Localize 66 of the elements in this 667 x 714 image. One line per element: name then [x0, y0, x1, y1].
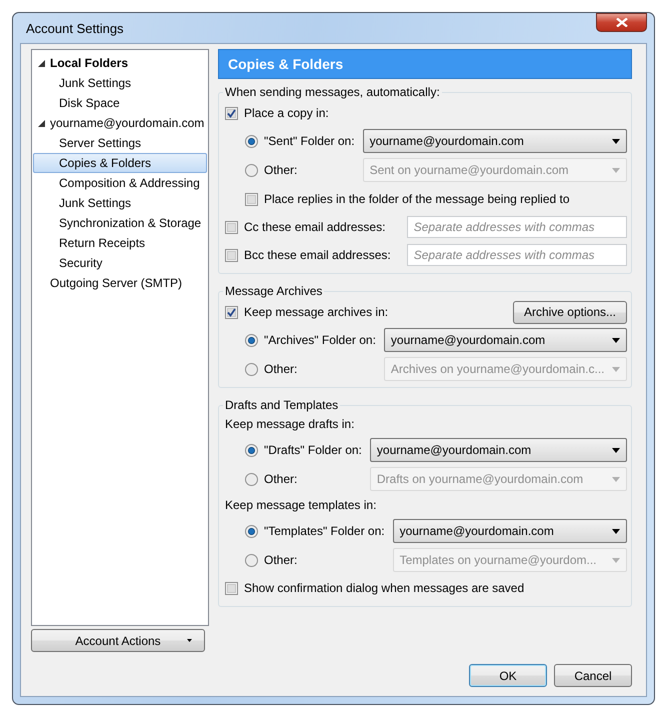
tree-item[interactable]: Server Settings — [33, 133, 207, 153]
ok-button[interactable]: OK — [469, 664, 547, 687]
caret-icon — [187, 639, 192, 642]
radio-button[interactable] — [245, 134, 258, 148]
tree-item[interactable]: Security — [33, 253, 207, 273]
tree-item[interactable]: Return Receipts — [33, 233, 207, 253]
dropdown-arrow-icon — [612, 476, 620, 482]
expand-triangle-icon[interactable] — [38, 60, 45, 66]
checkbox[interactable] — [225, 306, 238, 318]
radio-button[interactable] — [245, 334, 258, 346]
group-title: When sending messages, automatically: — [224, 85, 441, 99]
folder-dropdown[interactable]: yourname@yourdomain.com — [384, 328, 627, 352]
radio-label: Other: — [264, 553, 298, 567]
radio-button[interactable] — [245, 444, 258, 456]
radio-label: "Drafts" Folder on: — [264, 443, 362, 457]
tree-item[interactable]: Composition & Addressing — [33, 173, 207, 193]
email-addresses-field[interactable]: Separate addresses with commas — [406, 244, 627, 266]
radio-label: Other: — [264, 362, 298, 376]
group-title: Message Archives — [224, 284, 324, 298]
account-actions-button[interactable]: Account Actions — [31, 629, 205, 652]
email-addresses-field[interactable]: Separate addresses with commas — [406, 216, 627, 238]
checkbox-label: Place replies in the folder of the message being replied to — [264, 192, 570, 206]
checkbox-label: Keep message archives in: — [244, 305, 388, 319]
checkbox[interactable] — [225, 220, 238, 234]
dropdown-arrow-icon — [612, 528, 620, 534]
radio-label: "Templates" Folder on: — [264, 524, 385, 538]
dropdown-arrow-icon — [612, 366, 620, 372]
close-button[interactable] — [596, 13, 647, 32]
window-title: Account Settings — [25, 20, 124, 36]
checkbox[interactable] — [225, 248, 238, 262]
group-title: Drafts and Templates — [224, 398, 340, 412]
dropdown-arrow-icon — [612, 138, 620, 144]
tree-item[interactable]: Local Folders — [33, 53, 207, 73]
tree-item[interactable]: Copies & Folders — [33, 153, 207, 173]
tree-item[interactable]: Junk Settings — [33, 73, 207, 93]
section-label: Keep message templates in: — [225, 498, 376, 512]
checkbox-label: Place a copy in: — [244, 106, 329, 120]
tree-item[interactable]: Junk Settings — [33, 193, 207, 213]
radio-label: "Sent" Folder on: — [264, 134, 355, 148]
radio-button[interactable] — [245, 524, 258, 538]
checkbox-label: Show confirmation dialog when messages are saved — [244, 581, 524, 595]
dropdown-arrow-icon — [612, 558, 620, 562]
dropdown-arrow-icon — [612, 448, 620, 452]
archive-options-button[interactable]: Archive options... — [512, 300, 627, 324]
close-icon — [616, 18, 628, 27]
checkbox-label: Cc these email addresses: — [244, 220, 386, 234]
tree-item[interactable]: Outgoing Server (SMTP) — [33, 273, 207, 293]
tree-item[interactable]: Synchronization & Storage — [33, 213, 207, 233]
radio-label: Other: — [264, 163, 298, 177]
folder-dropdown[interactable]: yourname@yourdomain.com — [362, 129, 627, 153]
page-header: Copies & Folders — [218, 49, 632, 79]
radio-label: "Archives" Folder on: — [264, 333, 376, 347]
checkbox-label: Bcc these email addresses: — [244, 248, 391, 262]
cancel-button[interactable]: Cancel — [554, 664, 632, 687]
folder-dropdown[interactable]: yourname@yourdomain.com — [392, 519, 627, 543]
radio-label: Other: — [264, 472, 298, 486]
dropdown-arrow-icon — [612, 168, 620, 172]
checkbox[interactable] — [225, 582, 238, 594]
section-label: Keep message drafts in: — [225, 417, 354, 431]
checkbox[interactable] — [225, 106, 238, 120]
tree-item[interactable]: yourname@yourdomain.com — [33, 113, 207, 133]
dropdown-arrow-icon — [612, 338, 620, 342]
expand-triangle-icon[interactable] — [38, 120, 45, 126]
folder-dropdown[interactable]: yourname@yourdomain.com — [370, 438, 627, 462]
checkbox[interactable] — [245, 192, 258, 206]
tree-item[interactable]: Disk Space — [33, 93, 207, 113]
